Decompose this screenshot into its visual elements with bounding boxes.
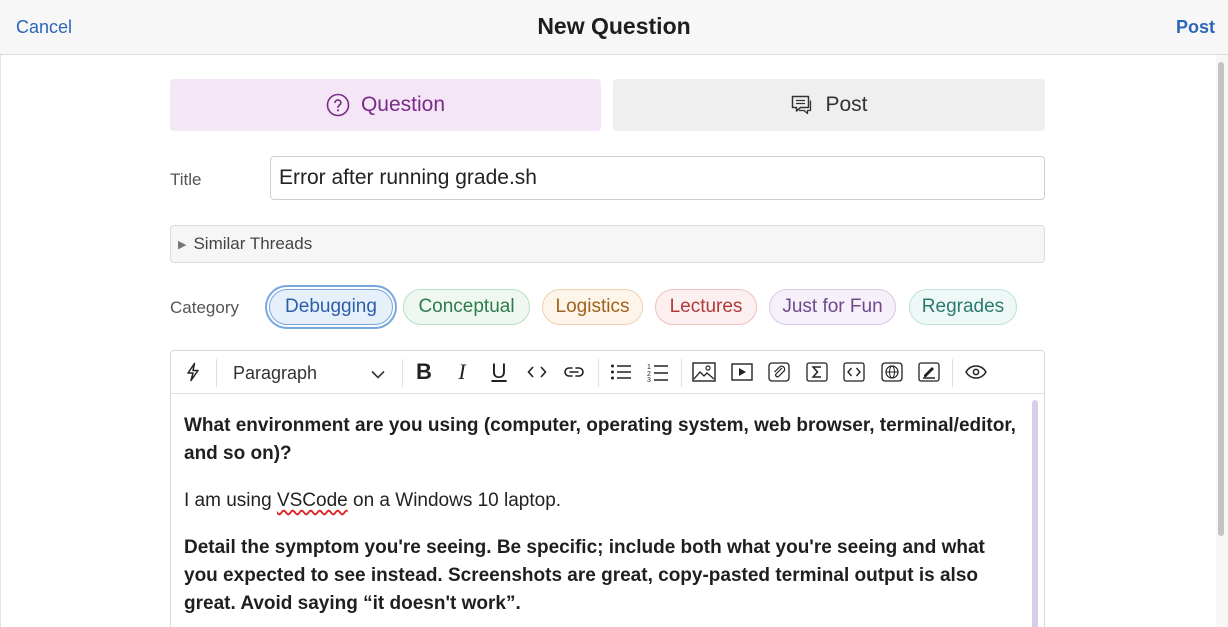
title-label: Title	[170, 170, 202, 189]
template-question-environment: What environment are you using (computer…	[184, 415, 1016, 464]
similar-threads-label: Similar Threads	[193, 234, 313, 253]
category-chip-regrades[interactable]: Regrades	[909, 289, 1017, 325]
template-question-symptom: Detail the symptom you're seeing. Be spe…	[184, 537, 985, 614]
preview-eye-icon[interactable]	[963, 359, 989, 385]
misspelled-word: VSCode	[276, 490, 348, 511]
svg-text:3: 3	[647, 377, 651, 382]
answer-text: on a Windows 10 laptop.	[347, 490, 562, 511]
code-block-icon[interactable]	[841, 359, 867, 385]
editor-toolbar: Paragraph B I U 123	[171, 351, 1044, 394]
annotate-icon[interactable]	[916, 359, 942, 385]
toolbar-divider	[681, 359, 682, 387]
category-label: Category	[170, 298, 239, 317]
disclosure-triangle-icon: ▶	[178, 238, 187, 251]
toolbar-divider	[216, 359, 217, 387]
italic-icon[interactable]: I	[449, 359, 475, 385]
chat-bubble-icon	[790, 93, 814, 117]
toolbar-divider	[402, 359, 403, 387]
tab-question[interactable]: Question	[170, 79, 601, 131]
link-icon[interactable]	[561, 359, 587, 385]
page-scrollbar-thumb[interactable]	[1218, 62, 1224, 536]
underline-icon[interactable]: U	[486, 359, 512, 385]
tab-post-label: Post	[825, 93, 868, 116]
editor-scrollbar[interactable]	[1032, 400, 1038, 627]
category-chip-lectures[interactable]: Lectures	[655, 289, 757, 325]
numbered-list-icon[interactable]: 123	[645, 359, 671, 385]
math-icon[interactable]	[804, 359, 830, 385]
rich-text-editor: Paragraph B I U 123 What environment are…	[170, 350, 1045, 627]
paragraph-style-label: Paragraph	[233, 362, 318, 383]
paragraph-style-select[interactable]: Paragraph	[233, 359, 385, 387]
web-embed-icon[interactable]	[879, 359, 905, 385]
lightning-icon[interactable]	[180, 359, 206, 385]
post-button[interactable]: Post	[1176, 17, 1215, 38]
editor-content[interactable]: What environment are you using (computer…	[184, 412, 1019, 627]
svg-text:1: 1	[647, 364, 651, 371]
left-border	[0, 55, 1, 627]
tab-post[interactable]: Post	[613, 79, 1045, 131]
video-icon[interactable]	[729, 359, 755, 385]
answer-environment: I am using VSCode on a Windows 10 laptop…	[184, 487, 1019, 515]
title-input[interactable]	[270, 156, 1045, 200]
category-chip-just-for-fun[interactable]: Just for Fun	[769, 289, 896, 325]
answer-text: I am using	[184, 490, 277, 511]
inline-code-icon[interactable]	[524, 359, 550, 385]
bold-icon[interactable]: B	[411, 359, 437, 385]
category-chip-logistics[interactable]: Logistics	[542, 289, 643, 325]
attachment-icon[interactable]	[766, 359, 792, 385]
chevron-down-icon	[371, 363, 385, 384]
tab-question-label: Question	[360, 93, 446, 116]
toolbar-divider	[952, 359, 953, 387]
page-title: New Question	[537, 13, 691, 39]
question-circle-icon	[326, 93, 350, 117]
category-chip-debugging[interactable]: Debugging	[269, 289, 393, 325]
similar-threads-toggle[interactable]: ▶ Similar Threads	[170, 225, 1045, 263]
bullet-list-icon[interactable]	[608, 359, 634, 385]
top-bar: Cancel New Question Post	[0, 0, 1228, 55]
toolbar-divider	[598, 359, 599, 387]
image-icon[interactable]	[691, 359, 717, 385]
category-chip-conceptual[interactable]: Conceptual	[403, 289, 530, 325]
